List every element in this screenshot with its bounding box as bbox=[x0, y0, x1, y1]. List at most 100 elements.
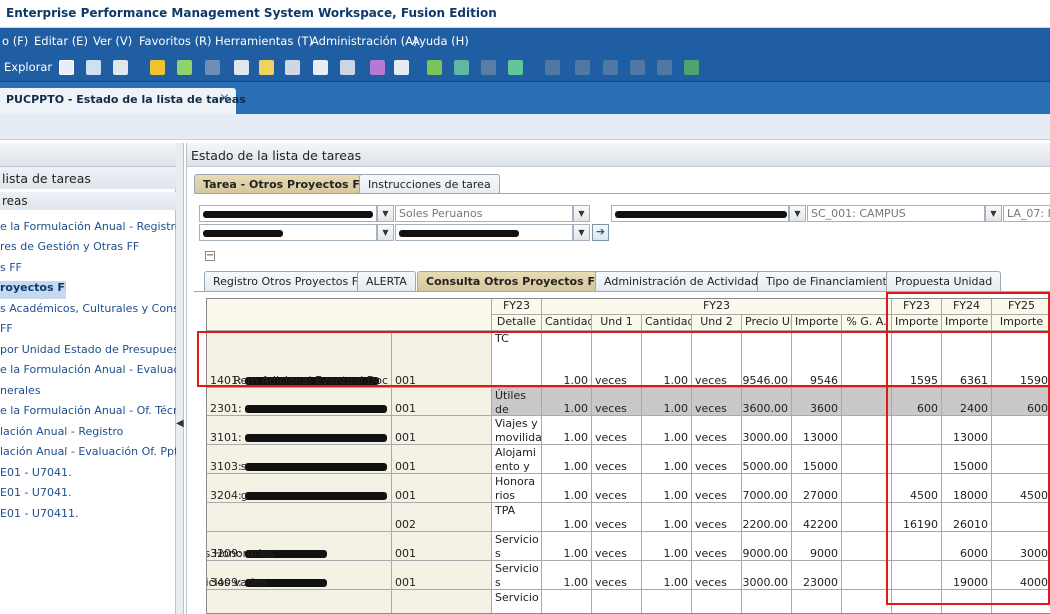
cell-importe[interactable] bbox=[792, 590, 842, 613]
cell-precio[interactable]: 42200.00 bbox=[742, 503, 792, 532]
cell-und2[interactable]: veces bbox=[692, 388, 742, 416]
task-list-item[interactable]: E01 - U7041. bbox=[0, 466, 176, 484]
cell-cant2[interactable]: 1.00 bbox=[642, 503, 692, 532]
cell-fy25[interactable]: 4000 bbox=[992, 561, 1050, 590]
menu-administracion[interactable]: Administración (A) bbox=[311, 34, 417, 48]
cell-und2[interactable]: veces bbox=[692, 532, 742, 561]
filter-icon[interactable] bbox=[545, 60, 560, 75]
pov-organization-dropdown-icon[interactable]: ▼ bbox=[789, 205, 806, 222]
cell-fy25[interactable] bbox=[992, 503, 1050, 532]
cell-fy24[interactable]: 13000 bbox=[942, 416, 992, 445]
cell-importe[interactable]: 23000 bbox=[792, 561, 842, 590]
cell-und1[interactable]: veces bbox=[592, 445, 642, 474]
cell-cant2[interactable]: 1.00 bbox=[642, 532, 692, 561]
edit-icon[interactable] bbox=[150, 60, 165, 75]
task-list-item[interactable]: e la Formulación Anual - Of. Técnicas bbox=[0, 404, 176, 422]
keep-icon[interactable] bbox=[684, 60, 699, 75]
cell-ga[interactable] bbox=[842, 388, 892, 416]
document-tab[interactable]: PUCPPTO - Estado de la lista de tareas × bbox=[0, 88, 246, 114]
cell-precio[interactable]: 3600.00 bbox=[742, 388, 792, 416]
cell-und2[interactable]: veces bbox=[692, 416, 742, 445]
menu-ayuda[interactable]: Ayuda (H) bbox=[412, 34, 469, 48]
cell-cant1[interactable]: 1.00 bbox=[542, 416, 592, 445]
cell-fy24[interactable]: 15000 bbox=[942, 445, 992, 474]
task-list-item[interactable]: lación Anual - Registro bbox=[0, 425, 176, 443]
cell-cant1[interactable]: 1.00 bbox=[542, 474, 592, 503]
pov-version-dropdown-icon[interactable]: ▼ bbox=[573, 224, 590, 241]
cell-ga[interactable] bbox=[842, 445, 892, 474]
cell-und2[interactable]: veces bbox=[692, 474, 742, 503]
cell-fy25[interactable] bbox=[992, 590, 1050, 613]
info-icon[interactable] bbox=[340, 60, 355, 75]
reject-icon[interactable] bbox=[481, 60, 496, 75]
task-list-item[interactable]: nerales bbox=[0, 384, 176, 402]
print-icon[interactable] bbox=[113, 60, 128, 75]
cell-detalle[interactable]: Servicio bbox=[492, 590, 542, 613]
cell-ga[interactable] bbox=[842, 416, 892, 445]
cell-und2[interactable]: veces bbox=[692, 503, 742, 532]
cell-fy24[interactable]: 6361 bbox=[942, 331, 992, 388]
cell-detalle[interactable]: TC bbox=[492, 331, 542, 388]
task-list-item[interactable]: s Académicos, Culturales y Consultor bbox=[0, 302, 176, 320]
pov-currency-dropdown-icon[interactable]: ▼ bbox=[573, 205, 590, 222]
cell-fy24[interactable]: 6000 bbox=[942, 532, 992, 561]
pivot-icon[interactable] bbox=[603, 60, 618, 75]
cell-detalle[interactable]: Honora rios bbox=[492, 474, 542, 503]
cell-cant2[interactable]: 1.00 bbox=[642, 561, 692, 590]
approve-icon[interactable] bbox=[427, 60, 442, 75]
cell-precio[interactable]: 27000.00 bbox=[742, 474, 792, 503]
cell-fy25[interactable]: 4500 bbox=[992, 474, 1050, 503]
tab-registro-otros-proyectos[interactable]: Registro Otros Proyectos FF bbox=[204, 271, 374, 291]
cell-fy25[interactable] bbox=[992, 416, 1050, 445]
explorar-button[interactable]: Explorar bbox=[4, 60, 52, 74]
cell-cant1[interactable]: 1.00 bbox=[542, 532, 592, 561]
grid-icon[interactable] bbox=[205, 60, 220, 75]
cell-fy24[interactable]: 19000 bbox=[942, 561, 992, 590]
cell-importe[interactable]: 13000 bbox=[792, 416, 842, 445]
cell-precio[interactable]: 9546.00 bbox=[742, 331, 792, 388]
cell-precio[interactable]: 9000.00 bbox=[742, 532, 792, 561]
spell-check-icon[interactable] bbox=[234, 60, 249, 75]
cell-cant2[interactable]: 1.00 bbox=[642, 388, 692, 416]
cell-ga[interactable] bbox=[842, 331, 892, 388]
cell-detalle[interactable]: Servicio s bbox=[492, 532, 542, 561]
cell-cant2[interactable]: 1.00 bbox=[642, 331, 692, 388]
cell-fy23[interactable] bbox=[892, 561, 942, 590]
task-list-item[interactable]: E01 - U70411. bbox=[0, 507, 176, 525]
task-list-item[interactable]: E01 - U7041. bbox=[0, 486, 176, 504]
task-list-item[interactable]: por Unidad Estado de Presupuesto - bbox=[0, 343, 176, 361]
tab-instrucciones-tarea[interactable]: Instrucciones de tarea bbox=[359, 174, 500, 194]
sort-icon[interactable] bbox=[575, 60, 590, 75]
cell-fy23[interactable]: 1595 bbox=[892, 331, 942, 388]
pov-entity-select[interactable] bbox=[199, 205, 377, 222]
pov-scenario-select[interactable] bbox=[199, 224, 377, 241]
cell-cant1[interactable] bbox=[542, 590, 592, 613]
refresh-icon[interactable] bbox=[86, 60, 101, 75]
cell-cant2[interactable] bbox=[642, 590, 692, 613]
cell-fy23[interactable]: 4500 bbox=[892, 474, 942, 503]
cell-detalle[interactable]: Servicio s bbox=[492, 561, 542, 590]
cell-fy24[interactable] bbox=[942, 590, 992, 613]
collapse-left-icon[interactable]: ◀ bbox=[176, 418, 184, 429]
cell-fy23[interactable]: 600 bbox=[892, 388, 942, 416]
cell-cant1[interactable]: 1.00 bbox=[542, 331, 592, 388]
cell-cant2[interactable]: 1.00 bbox=[642, 416, 692, 445]
cell-fy24[interactable]: 18000 bbox=[942, 474, 992, 503]
cell-fy24[interactable]: 2400 bbox=[942, 388, 992, 416]
cell-importe[interactable]: 27000 bbox=[792, 474, 842, 503]
cell-cant2[interactable]: 1.00 bbox=[642, 474, 692, 503]
tab-alerta[interactable]: ALERTA bbox=[357, 271, 416, 291]
pov-sc-select[interactable]: SC_001: CAMPUS bbox=[807, 205, 985, 222]
tab-tipo-financiamiento[interactable]: Tipo de Financiamiento bbox=[757, 271, 903, 291]
task-list-item[interactable]: s FF bbox=[0, 261, 176, 279]
cell-und2[interactable]: veces bbox=[692, 445, 742, 474]
cell-precio[interactable] bbox=[742, 590, 792, 613]
cell-und1[interactable]: veces bbox=[592, 561, 642, 590]
menu-ver[interactable]: Ver (V) bbox=[93, 34, 132, 48]
cell-und1[interactable]: veces bbox=[592, 503, 642, 532]
cell-detalle[interactable]: Alojami ento y bbox=[492, 445, 542, 474]
cell-importe[interactable]: 42200 bbox=[792, 503, 842, 532]
cell-fy23[interactable] bbox=[892, 590, 942, 613]
collapse-form-icon[interactable]: − bbox=[205, 251, 215, 261]
validate-icon[interactable] bbox=[313, 60, 328, 75]
